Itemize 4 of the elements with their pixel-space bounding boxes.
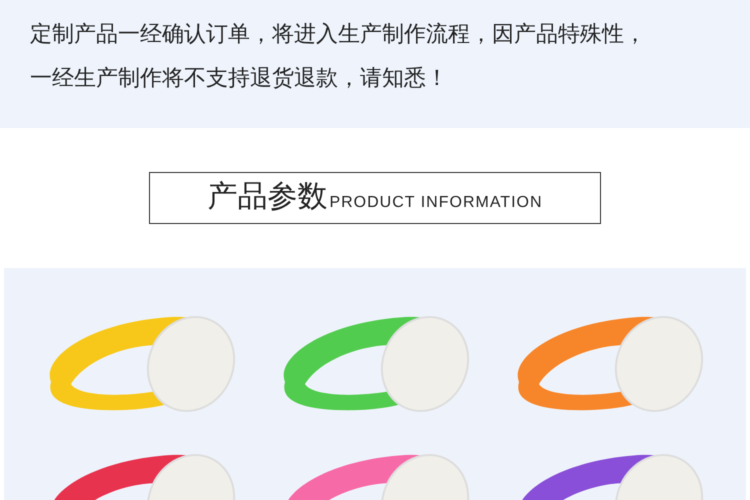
notice-text: 定制产品一经确认订单，将进入生产制作流程，因产品特殊性， (30, 21, 647, 49)
notice-text: 一经生产制作将不支持退货退款，请知悉！ (30, 65, 449, 93)
section-subtitle: PRODUCT INFORMATION (329, 193, 543, 213)
section-title: 产品参数 (207, 181, 328, 213)
